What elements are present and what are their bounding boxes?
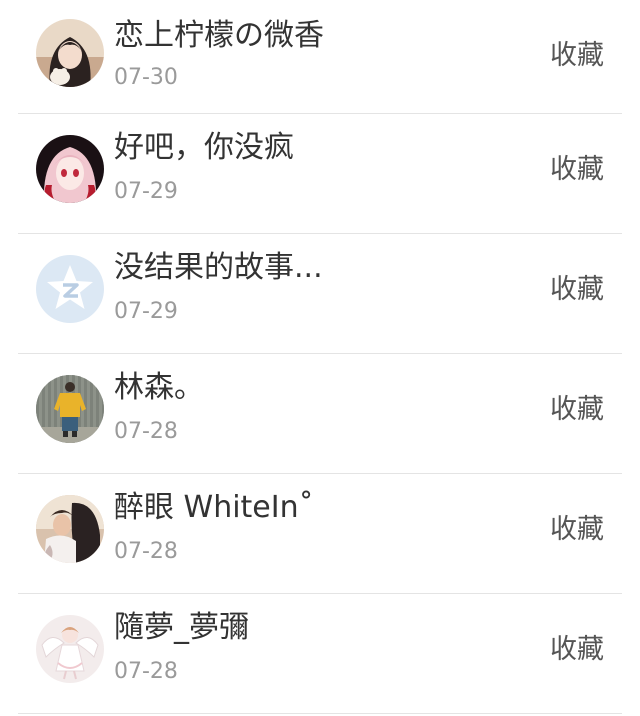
contact-name[interactable]: 隨夢_夢彌	[114, 608, 249, 648]
date-label: 07-28	[114, 419, 178, 444]
girl-photo-icon	[36, 19, 104, 87]
date-label: 07-30	[114, 65, 178, 90]
contact-name[interactable]: 醉眼 WhiteIn˚	[114, 488, 314, 528]
avatar[interactable]	[36, 19, 104, 87]
list-item[interactable]: 恋上柠檬の微香 07-30 收藏	[0, 0, 640, 114]
favorite-button[interactable]: 收藏	[550, 38, 604, 74]
favorite-button[interactable]: 收藏	[550, 152, 604, 188]
date-label: 07-28	[114, 539, 178, 564]
date-label: 07-28	[114, 659, 178, 684]
list-item[interactable]: 没结果的故事... 07-29 收藏	[0, 234, 640, 354]
divider	[18, 713, 622, 714]
contact-name[interactable]: 林森。	[114, 368, 204, 408]
qzone-star-icon	[36, 255, 104, 323]
avatar[interactable]	[36, 255, 104, 323]
list-item[interactable]: 林森。 07-28 收藏	[0, 354, 640, 474]
date-label: 07-29	[114, 179, 178, 204]
favorite-button[interactable]: 收藏	[550, 632, 604, 668]
list-item[interactable]: 好吧，你没疯 07-29 收藏	[0, 114, 640, 234]
favorite-button[interactable]: 收藏	[550, 392, 604, 428]
list-item[interactable]: 醉眼 WhiteIn˚ 07-28 收藏	[0, 474, 640, 594]
contact-name[interactable]: 恋上柠檬の微香	[114, 16, 324, 56]
anime-girl-icon	[36, 135, 104, 203]
avatar[interactable]	[36, 615, 104, 683]
anime-angel-icon	[36, 615, 104, 683]
avatar[interactable]	[36, 375, 104, 443]
date-label: 07-29	[114, 299, 178, 324]
favorites-list: 恋上柠檬の微香 07-30 收藏 好吧，你没疯 07-29 收藏 没结果的故事.…	[0, 0, 640, 716]
contact-name[interactable]: 好吧，你没疯	[114, 128, 294, 168]
list-item[interactable]: 隨夢_夢彌 07-28 收藏	[0, 594, 640, 714]
avatar[interactable]	[36, 135, 104, 203]
contact-name[interactable]: 没结果的故事...	[114, 248, 323, 288]
person-yellow-shirt-icon	[36, 375, 104, 443]
favorite-button[interactable]: 收藏	[550, 272, 604, 308]
avatar[interactable]	[36, 495, 104, 563]
favorite-button[interactable]: 收藏	[550, 512, 604, 548]
couple-photo-icon	[36, 495, 104, 563]
